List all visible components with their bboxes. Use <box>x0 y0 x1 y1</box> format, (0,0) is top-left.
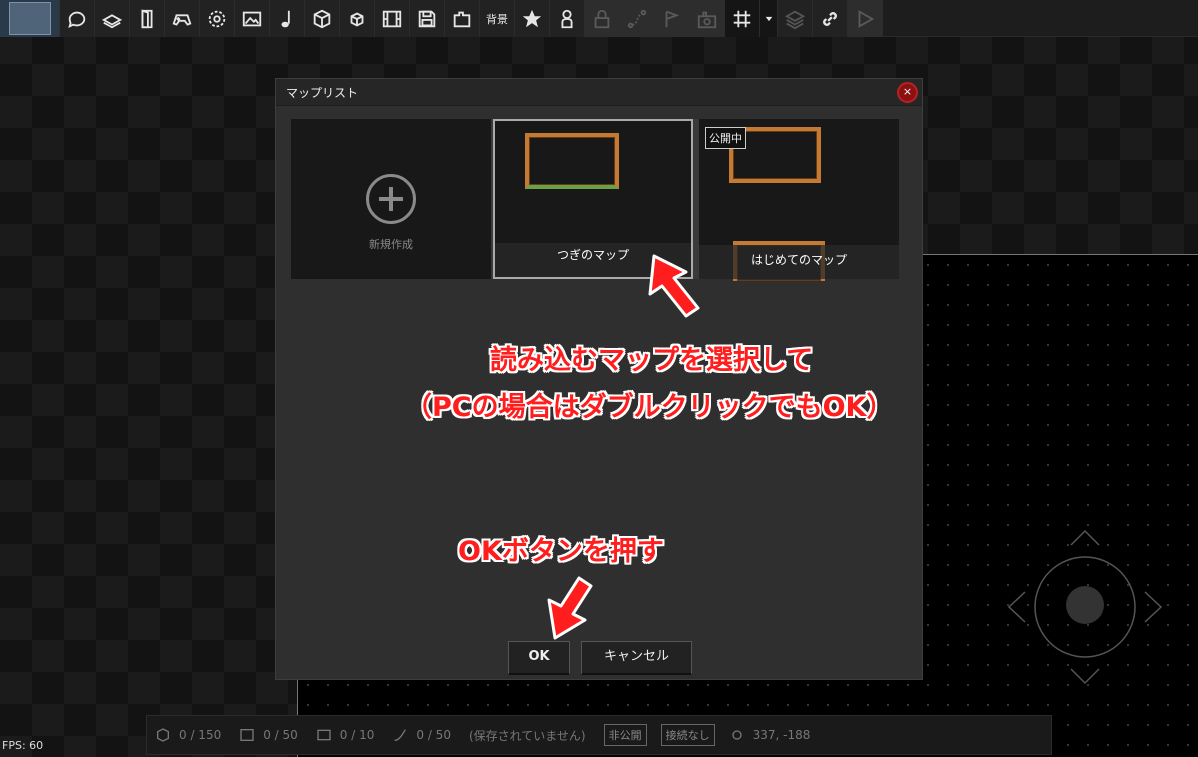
save-state: (保存されていません) <box>468 728 586 743</box>
path-icon <box>394 729 407 741</box>
cube-icon <box>157 728 169 742</box>
person-icon[interactable] <box>550 0 585 37</box>
plus-icon <box>366 174 416 224</box>
annotation-select-map: 読み込むマップを選択して <box>490 345 814 376</box>
cursor-icon <box>731 730 742 740</box>
published-badge: 公開中 <box>705 127 746 149</box>
item-count-value: 0 / 50 <box>416 728 451 742</box>
save-icon[interactable] <box>410 0 445 37</box>
film-icon <box>240 729 254 741</box>
virtual-joystick[interactable] <box>1005 527 1165 687</box>
map-list-dialog: マップリスト × 新規作成 つぎのマップ 公開中 はじめてのマップ OK キャン… <box>275 78 923 680</box>
ok-button[interactable]: OK <box>508 641 570 675</box>
play-icon[interactable] <box>848 0 883 37</box>
close-button[interactable]: × <box>897 82 918 103</box>
connection-badge[interactable]: 接続なし <box>660 724 715 746</box>
object-count: 0 / 150 <box>155 727 221 743</box>
arrow-to-ok-icon <box>547 576 593 640</box>
speech-bubble-icon[interactable] <box>60 0 95 37</box>
map-thumbnail <box>525 133 619 189</box>
small-cube-icon[interactable] <box>340 0 375 37</box>
coordinates-value: 337, -188 <box>752 728 811 742</box>
annotation-double-click: （PCの場合はダブルクリックでもOK） <box>405 392 894 423</box>
logo-icon <box>8 2 51 35</box>
fps-counter: FPS: 60 <box>2 739 44 752</box>
plugin-icon[interactable] <box>445 0 480 37</box>
link-icon[interactable] <box>813 0 848 37</box>
logo[interactable] <box>0 0 60 37</box>
map-tile[interactable]: 公開中 はじめてのマップ <box>699 119 899 281</box>
flag-icon[interactable] <box>655 0 690 37</box>
status-bar: 0 / 150 0 / 50 0 / 10 0 / 50 (保存されていません)… <box>146 715 1052 755</box>
star-icon[interactable] <box>515 0 550 37</box>
background-button[interactable]: 背景 <box>480 0 515 37</box>
new-map-label: 新規作成 <box>369 238 413 251</box>
door-icon[interactable] <box>130 0 165 37</box>
dialog-header: マップリスト × <box>276 79 922 106</box>
cube-icon[interactable] <box>305 0 340 37</box>
music-note-icon[interactable] <box>270 0 305 37</box>
lock-icon[interactable] <box>585 0 620 37</box>
layers-icon[interactable] <box>778 0 813 37</box>
dropdown-icon[interactable] <box>760 0 778 37</box>
grid-icon[interactable] <box>725 0 760 37</box>
scene-count-value: 0 / 50 <box>263 728 298 742</box>
image-count-value: 0 / 10 <box>339 728 375 742</box>
image-count: 0 / 10 <box>316 727 375 743</box>
scene-count: 0 / 50 <box>239 727 298 743</box>
map-tile-label: はじめてのマップ <box>699 245 899 279</box>
editor-app: 背景 0 / 150 0 / 50 0 / 10 0 / 50 (保存されていま… <box>0 0 1198 757</box>
arrow-to-map-icon <box>648 254 700 318</box>
annotation-press-ok: OKボタンを押す <box>458 536 664 567</box>
image-icon <box>317 729 331 741</box>
toolbar: 背景 <box>0 0 1198 37</box>
item-count: 0 / 50 <box>392 727 451 743</box>
film-icon[interactable] <box>375 0 410 37</box>
dialog-buttons: OK キャンセル <box>276 641 924 675</box>
public-state-badge[interactable]: 非公開 <box>603 724 647 746</box>
cancel-button[interactable]: キャンセル <box>581 641 692 675</box>
camera-icon[interactable] <box>690 0 725 37</box>
map-grid: 新規作成 つぎのマップ 公開中 はじめてのマップ <box>291 119 899 281</box>
book-icon[interactable] <box>95 0 130 37</box>
dialog-title: マップリスト <box>286 86 359 100</box>
new-map-tile[interactable]: 新規作成 <box>291 119 491 279</box>
object-count-value: 0 / 150 <box>179 728 222 742</box>
path-icon[interactable] <box>620 0 655 37</box>
coordinates: 337, -188 <box>729 727 811 743</box>
gear-icon[interactable] <box>200 0 235 37</box>
gamepad-icon[interactable] <box>165 0 200 37</box>
image-icon[interactable] <box>235 0 270 37</box>
